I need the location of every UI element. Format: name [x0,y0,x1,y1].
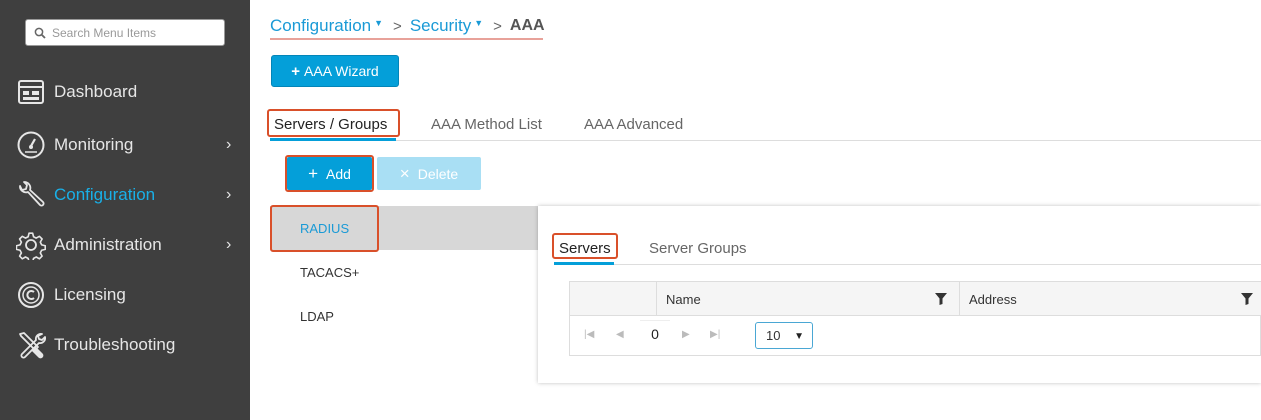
caret-down-icon: ▼ [474,18,484,28]
breadcrumb-current: AAA [509,17,545,34]
breadcrumb-label: Security [409,16,472,35]
tab-highlight-box [552,233,618,259]
plus-icon: + [291,62,301,80]
sidebar-item-dashboard[interactable]: Dashboard [0,72,250,112]
sidebar-item-licensing[interactable]: Licensing [0,275,250,315]
close-icon: × [399,163,410,183]
grid-header: Name Address [570,282,1261,316]
sidebar-item-label: Configuration [54,185,156,204]
grid-pager: |◀ ◀ 0 ▶ ▶| 10 ▼ [570,316,1261,356]
sidebar-item-label: Monitoring [54,135,134,154]
delete-button-label: Delete [417,165,459,182]
sidebar-item-configuration[interactable]: Configuration › [0,175,250,215]
list-item-label: LDAP [300,308,334,324]
sidebar-item-label: Administration [54,235,162,254]
sidebar: Dashboard Monitoring › Configuration [0,0,250,420]
breadcrumb-underline [270,38,543,40]
last-page-icon[interactable]: ▶| [710,329,720,340]
servers-panel: Servers Server Groups Name Address |◀ ◀ … [538,206,1261,383]
tab-aaa-method-list[interactable]: AAA Method List [431,108,542,140]
sidebar-item-monitoring[interactable]: Monitoring › [0,125,250,165]
breadcrumb-label: Configuration [270,16,372,35]
first-page-icon[interactable]: |◀ [584,329,594,340]
list-item-tacacs[interactable]: TACACS+ [270,250,540,294]
wizard-button-label: AAA Wizard [304,63,379,79]
dashboard-icon [16,77,46,107]
caret-down-icon: ▼ [374,18,384,28]
tools-icon [16,330,46,360]
panel-tabs: Servers Server Groups [554,232,1261,265]
list-item-ldap[interactable]: LDAP [270,294,540,338]
delete-button[interactable]: × Delete [377,157,481,190]
radius-highlight-box [270,205,379,252]
sidebar-item-troubleshooting[interactable]: Troubleshooting [0,325,250,365]
tab-server-groups[interactable]: Server Groups [649,232,747,264]
app-root: Dashboard Monitoring › Configuration [0,0,1261,420]
filter-icon[interactable] [935,293,947,305]
tab-label: Server Groups [649,239,747,257]
tab-aaa-advanced[interactable]: AAA Advanced [584,108,683,140]
prev-page-icon[interactable]: ◀ [616,329,624,340]
breadcrumb: Configuration ▼ > Security ▼ > AAA [270,12,545,40]
breadcrumb-security[interactable]: Security ▼ [410,16,483,36]
list-item-label: TACACS+ [300,264,360,280]
caret-down-icon: ▼ [794,331,804,342]
column-header-name[interactable]: Name [656,282,959,316]
chevron-right-icon: › [226,186,232,203]
breadcrumb-separator: > [393,17,402,35]
sidebar-item-label: Licensing [54,285,126,304]
sidebar-item-administration[interactable]: Administration › [0,225,250,265]
page-number: 0 [640,320,670,346]
aaa-wizard-button[interactable]: + AAA Wizard [271,55,399,87]
servers-grid: Name Address |◀ ◀ 0 ▶ ▶| 10 ▼ [569,281,1261,356]
aaa-tabs: Servers / Groups AAA Method List AAA Adv… [270,108,1261,141]
licensing-icon [16,280,46,310]
sidebar-item-label: Dashboard [54,82,138,101]
gauge-icon [16,130,46,160]
page-size-value: 10 [766,328,781,343]
add-highlight-box [285,155,374,192]
select-column-header [570,282,656,316]
chevron-right-icon: › [226,136,232,153]
page-size-select[interactable]: 10 ▼ [755,322,813,349]
wrench-icon [16,180,46,210]
search-box[interactable] [25,19,225,46]
column-header-label: Name [666,291,701,307]
search-input[interactable] [52,25,212,40]
next-page-icon[interactable]: ▶ [682,329,690,340]
gear-icon [16,230,46,260]
tab-highlight-box [267,109,400,137]
breadcrumb-configuration[interactable]: Configuration ▼ [270,16,383,36]
sidebar-item-label: Troubleshooting [54,335,176,354]
chevron-right-icon: › [226,236,232,253]
search-icon [34,27,46,39]
active-tab-indicator [554,262,614,265]
active-tab-indicator [270,138,396,141]
filter-icon[interactable] [1241,293,1253,305]
tab-label: AAA Advanced [584,115,684,133]
column-header-label: Address [969,291,1017,307]
breadcrumb-separator: > [493,17,502,35]
column-header-address[interactable]: Address [959,282,1261,316]
tab-label: AAA Method List [431,115,542,133]
